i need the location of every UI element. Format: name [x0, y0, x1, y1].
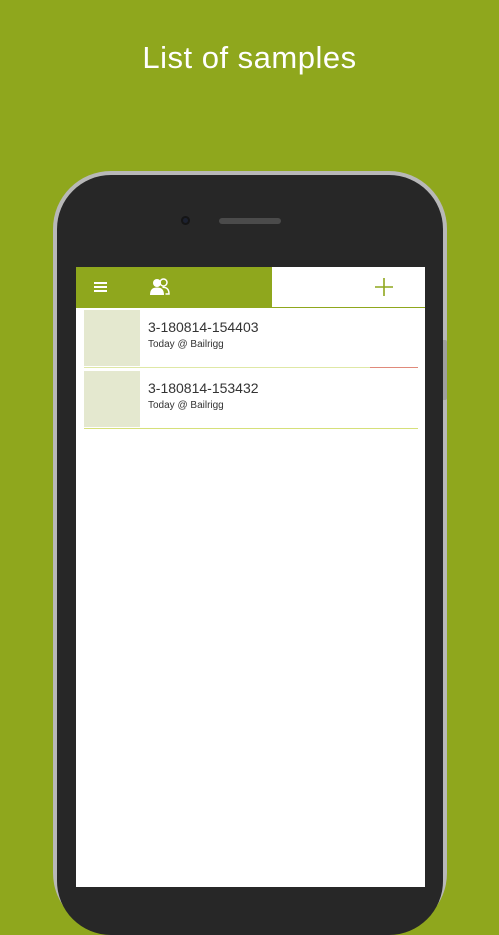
- hamburger-menu-icon[interactable]: [92, 278, 110, 296]
- app-screen: 3-180814-154403 Today @ Bailrigg 3-18081…: [76, 267, 425, 887]
- users-icon[interactable]: [148, 277, 172, 297]
- front-camera: [181, 216, 190, 225]
- list-item[interactable]: 3-180814-154403 Today @ Bailrigg: [84, 309, 418, 368]
- list-item[interactable]: 3-180814-153432 Today @ Bailrigg: [84, 370, 418, 429]
- add-sample-button[interactable]: [372, 275, 396, 299]
- phone-speaker: [219, 218, 281, 224]
- plus-icon: [375, 278, 393, 296]
- app-toolbar: [76, 267, 425, 308]
- phone-side-button: [443, 340, 447, 400]
- samples-list: 3-180814-154403 Today @ Bailrigg 3-18081…: [84, 309, 418, 431]
- sample-subtitle: Today @ Bailrigg: [148, 339, 224, 350]
- page-headline: List of samples: [142, 40, 357, 75]
- sample-thumbnail: [84, 310, 140, 366]
- sample-subtitle: Today @ Bailrigg: [148, 400, 224, 411]
- toolbar-left-panel: [76, 267, 272, 307]
- sync-error-indicator: [370, 367, 418, 368]
- sample-thumbnail: [84, 371, 140, 427]
- sample-title: 3-180814-154403: [148, 319, 259, 335]
- sample-title: 3-180814-153432: [148, 380, 259, 396]
